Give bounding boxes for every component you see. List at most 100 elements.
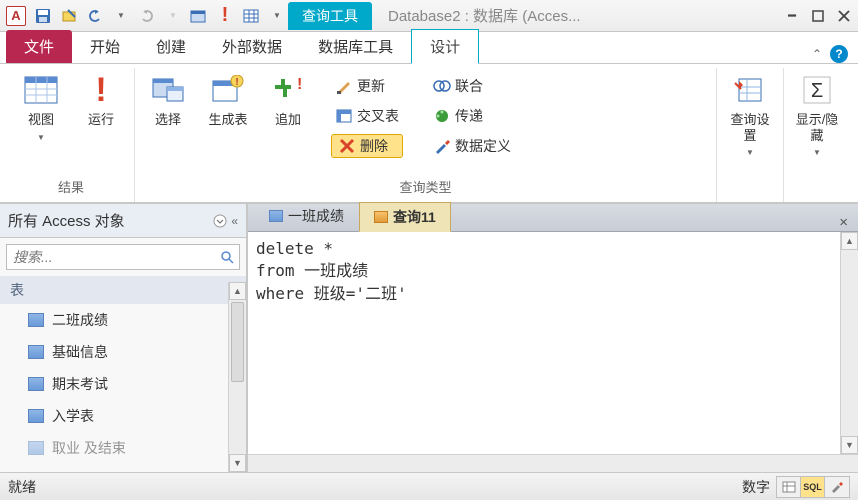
update-icon (335, 77, 353, 95)
title-bar: A ▼ ▼ ! ▼ 查询工具 Database2 : 数据库 (Acces...… (0, 0, 858, 32)
print-preview-icon[interactable] (58, 5, 80, 27)
scroll-thumb[interactable] (231, 302, 244, 382)
query-setup-button[interactable]: 查询设置▼ (727, 72, 773, 159)
search-icon[interactable] (215, 250, 239, 264)
qat-icon-2[interactable]: ! (214, 5, 236, 27)
select-label: 选择 (155, 112, 181, 128)
minimize-button[interactable]: ━ (784, 8, 800, 24)
sql-editor[interactable]: delete * from 一班成绩 where 班级='二班' (248, 232, 858, 472)
qat-dropdown-icon[interactable]: ▼ (266, 5, 288, 27)
chevron-down-icon: ▼ (37, 133, 45, 142)
append-button[interactable]: ! 追加 (265, 72, 311, 128)
run-button[interactable]: ! 运行 (78, 72, 124, 128)
view-button[interactable]: 视图 ▼ (18, 72, 64, 143)
navigation-pane: 所有 Access 对象 « 表 ⌃ 二班成绩 基础信息 期末考试 入学表 取业… (0, 204, 248, 472)
delete-button[interactable]: 删除 (331, 134, 403, 158)
workspace: 所有 Access 对象 « 表 ⌃ 二班成绩 基础信息 期末考试 入学表 取业… (0, 204, 858, 472)
scroll-down-icon[interactable]: ▼ (229, 454, 246, 472)
redo-dropdown-icon[interactable]: ▼ (162, 5, 184, 27)
close-button[interactable] (836, 8, 852, 24)
undo-dropdown-icon[interactable]: ▼ (110, 5, 132, 27)
maximize-button[interactable] (810, 8, 826, 24)
nav-item-table[interactable]: 入学表 (0, 400, 246, 432)
ribbon-group-query-type: 选择 ! 生成表 ! 追加 更新 交叉表 删除 联合 传递 数据定义 查询类型 (135, 68, 717, 202)
table-icon (28, 377, 44, 391)
design-view-btn[interactable] (825, 477, 849, 497)
svg-text:!: ! (297, 76, 302, 93)
passthrough-button[interactable]: 传递 (429, 104, 515, 128)
nav-dropdown-icon[interactable] (213, 214, 227, 228)
undo-icon[interactable] (84, 5, 106, 27)
scroll-up-icon[interactable]: ▲ (841, 232, 858, 250)
minimize-ribbon-icon[interactable]: ⌃ (812, 47, 822, 61)
data-def-icon (433, 137, 451, 155)
union-icon (433, 77, 451, 95)
append-label: 追加 (275, 112, 301, 128)
nav-pane-header[interactable]: 所有 Access 对象 « (0, 204, 246, 238)
help-icon[interactable]: ? (830, 45, 848, 63)
nav-item-table[interactable]: 二班成绩 (0, 304, 246, 336)
nav-item-table[interactable]: 基础信息 (0, 336, 246, 368)
tab-file[interactable]: 文件 (6, 30, 72, 63)
nav-pane-title: 所有 Access 对象 (8, 210, 125, 231)
save-icon[interactable] (32, 5, 54, 27)
crosstab-button[interactable]: 交叉表 (331, 104, 403, 128)
show-hide-label: 显示/隐藏 (796, 112, 839, 143)
ribbon-body: 视图▼ ! 运行 结果 选择 ! 生成表 ! 追加 更新 (0, 64, 858, 204)
tab-design[interactable]: 设计 (411, 29, 479, 64)
select-query-button[interactable]: 选择 (145, 72, 191, 128)
datasheet-view-icon (23, 72, 59, 108)
show-hide-button[interactable]: Σ 显示/隐藏 ▼ (794, 72, 840, 159)
nav-item-table[interactable]: 取业 及结束 (0, 432, 246, 464)
doc-scrollbar-vertical[interactable]: ▲ ▼ (840, 232, 858, 454)
update-button[interactable]: 更新 (331, 74, 403, 98)
ribbon-group-setup: 查询设置▼ (717, 68, 784, 202)
nav-item-table[interactable]: 期末考试 (0, 368, 246, 400)
ribbon-group-showhide: Σ 显示/隐藏 ▼ (784, 68, 850, 202)
table-icon (28, 409, 44, 423)
scroll-down-icon[interactable]: ▼ (841, 436, 858, 454)
sql-view-btn[interactable]: SQL (801, 477, 825, 497)
doc-tab-query[interactable]: 查询11 (359, 202, 451, 232)
chevron-down-icon: ▼ (746, 148, 754, 157)
view-switcher: SQL (776, 476, 850, 498)
doc-tab-table[interactable]: 一班成绩 (254, 201, 359, 231)
table-icon (269, 210, 283, 222)
passthrough-icon (433, 107, 451, 125)
redo-icon[interactable] (136, 5, 158, 27)
tab-database-tools[interactable]: 数据库工具 (300, 30, 411, 63)
status-bar: 就绪 数字 SQL (0, 472, 858, 500)
nav-search-box[interactable] (6, 244, 240, 270)
scroll-up-icon[interactable]: ▲ (229, 282, 246, 300)
qat-icon-3[interactable] (240, 5, 262, 27)
nav-group-tables[interactable]: 表 ⌃ (0, 276, 246, 304)
qat-icon-1[interactable] (188, 5, 210, 27)
view-label: 视图 (28, 112, 54, 127)
crosstab-icon (335, 107, 353, 125)
chevron-down-icon: ▼ (813, 148, 821, 157)
group-query-type-label: 查询类型 (145, 173, 706, 202)
query-setup-icon (732, 72, 768, 108)
table-icon (28, 313, 44, 327)
table-icon (28, 441, 44, 455)
search-input[interactable] (7, 249, 215, 265)
nav-collapse-icon[interactable]: « (231, 214, 238, 228)
select-icon (150, 72, 186, 108)
datasheet-view-btn[interactable] (777, 477, 801, 497)
document-area: 一班成绩 查询11 × delete * from 一班成绩 where 班级=… (248, 204, 858, 472)
doc-scrollbar-horizontal[interactable] (248, 454, 858, 472)
app-icon: A (6, 6, 26, 26)
data-definition-button[interactable]: 数据定义 (429, 134, 515, 158)
svg-text:!: ! (235, 77, 238, 88)
nav-items-list: 二班成绩 基础信息 期末考试 入学表 取业 及结束 (0, 304, 246, 464)
tab-external-data[interactable]: 外部数据 (204, 30, 300, 63)
context-tab-label: 查询工具 (288, 2, 372, 30)
make-table-button[interactable]: ! 生成表 (205, 72, 251, 128)
sigma-icon: Σ (799, 72, 835, 108)
nav-scrollbar[interactable]: ▲ ▼ (228, 282, 246, 472)
tab-create[interactable]: 创建 (138, 30, 204, 63)
tab-home[interactable]: 开始 (72, 30, 138, 63)
ribbon-tabs: 文件 开始 创建 外部数据 数据库工具 设计 ⌃ ? (0, 32, 858, 64)
union-button[interactable]: 联合 (429, 74, 515, 98)
close-tab-icon[interactable]: × (829, 214, 858, 231)
